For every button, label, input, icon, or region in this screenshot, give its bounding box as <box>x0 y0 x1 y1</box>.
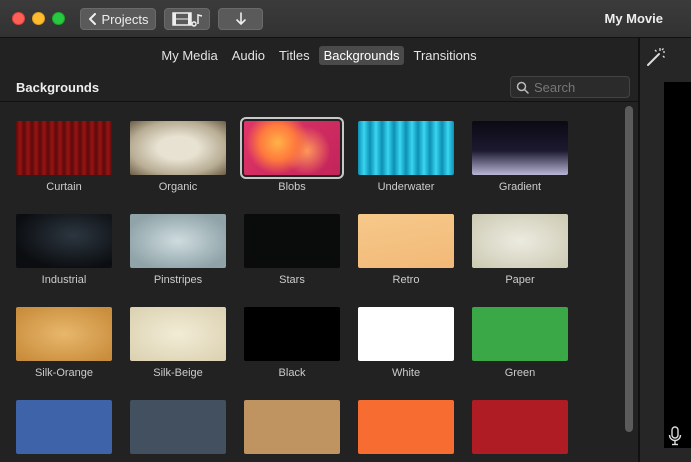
background-thumbnail <box>244 400 340 454</box>
background-item-green[interactable]: Green <box>472 307 568 387</box>
projects-button-label: Projects <box>101 11 149 27</box>
background-item-industrial[interactable]: Industrial <box>16 214 112 294</box>
background-label: Silk-Orange <box>34 367 94 379</box>
background-item-blobs[interactable]: Blobs <box>240 117 344 201</box>
background-label: Green <box>504 367 536 379</box>
zoom-window-button[interactable] <box>52 12 65 25</box>
background-thumbnail <box>130 400 226 454</box>
background-thumbnail <box>244 214 340 268</box>
background-item-underwater[interactable]: Underwater <box>358 121 454 201</box>
magic-wand-icon[interactable] <box>644 46 666 68</box>
tab-my-media[interactable]: My Media <box>156 46 222 65</box>
background-item-pinstripes[interactable]: Pinstripes <box>130 214 226 294</box>
close-window-button[interactable] <box>12 12 25 25</box>
background-thumbnail <box>358 121 454 175</box>
background-thumbnail <box>130 121 226 175</box>
search-input[interactable] <box>534 79 624 95</box>
tab-audio[interactable]: Audio <box>227 46 270 65</box>
viewer-pane <box>640 38 691 462</box>
backgrounds-grid: Curtain Organic Blobs Underwater Gradien… <box>0 103 620 462</box>
background-item-curtain[interactable]: Curtain <box>16 121 112 201</box>
background-label: Underwater <box>377 181 435 193</box>
background-item-tan[interactable] <box>244 400 340 462</box>
background-label: Retro <box>392 274 420 286</box>
background-item-paper[interactable]: Paper <box>472 214 568 294</box>
background-label: Blobs <box>278 181 306 193</box>
background-thumbnail <box>472 121 568 175</box>
background-label: Organic <box>158 181 198 193</box>
section-title: Backgrounds <box>16 80 100 95</box>
minimize-window-button[interactable] <box>32 12 45 25</box>
background-thumbnail <box>130 214 226 268</box>
background-label: Pinstripes <box>153 274 203 286</box>
background-label: Industrial <box>41 274 87 286</box>
background-thumbnail <box>16 307 112 361</box>
background-thumbnail <box>240 117 344 179</box>
media-browser-toggle-button[interactable] <box>164 8 210 30</box>
tab-titles[interactable]: Titles <box>274 46 315 65</box>
search-icon <box>516 81 529 94</box>
vertical-scrollbar[interactable] <box>622 104 634 462</box>
microphone-icon[interactable] <box>668 426 682 446</box>
background-item-retro[interactable]: Retro <box>358 214 454 294</box>
background-thumbnail <box>358 400 454 454</box>
background-thumbnail <box>130 307 226 361</box>
background-item-gradient[interactable]: Gradient <box>472 121 568 201</box>
background-item-silk-beige[interactable]: Silk-Beige <box>130 307 226 387</box>
content-browser: My Media Audio Titles Backgrounds Transi… <box>0 38 638 462</box>
title-bar: Projects My Movie <box>0 0 691 38</box>
background-thumbnail <box>16 121 112 175</box>
window-title: My Movie <box>604 11 663 26</box>
background-item-organic[interactable]: Organic <box>130 121 226 201</box>
media-tab-bar: My Media Audio Titles Backgrounds Transi… <box>0 38 638 72</box>
import-button[interactable] <box>218 8 263 30</box>
background-item-blue[interactable] <box>16 400 112 462</box>
background-item-stars[interactable]: Stars <box>244 214 340 294</box>
background-item-slate[interactable] <box>130 400 226 462</box>
background-thumbnail <box>472 307 568 361</box>
browser-header: Backgrounds <box>0 72 638 102</box>
tab-transitions[interactable]: Transitions <box>408 46 481 65</box>
projects-button[interactable]: Projects <box>80 8 156 30</box>
background-item-black[interactable]: Black <box>244 307 340 387</box>
background-item-white[interactable]: White <box>358 307 454 387</box>
background-label: Curtain <box>46 181 82 193</box>
background-label: Paper <box>505 274 535 286</box>
background-thumbnail <box>358 214 454 268</box>
background-label: Gradient <box>498 181 542 193</box>
background-item-orange[interactable] <box>358 400 454 462</box>
background-item-red[interactable] <box>472 400 568 462</box>
film-music-icon <box>172 12 203 27</box>
background-thumbnail <box>472 400 568 454</box>
search-field[interactable] <box>510 76 630 98</box>
background-thumbnail <box>16 214 112 268</box>
chevron-left-icon <box>88 13 96 25</box>
background-thumbnail <box>472 214 568 268</box>
background-thumbnail <box>358 307 454 361</box>
background-label: White <box>391 367 421 379</box>
viewer-screen <box>664 82 691 448</box>
background-item-silk-orange[interactable]: Silk-Orange <box>16 307 112 387</box>
arrow-down-icon <box>235 12 246 25</box>
scrollbar-thumb[interactable] <box>625 106 633 432</box>
background-label: Silk-Beige <box>153 367 203 379</box>
background-thumbnail <box>244 307 340 361</box>
background-thumbnail <box>16 400 112 454</box>
background-label: Stars <box>279 274 305 286</box>
tab-backgrounds[interactable]: Backgrounds <box>318 45 405 65</box>
background-label: Black <box>278 367 306 379</box>
